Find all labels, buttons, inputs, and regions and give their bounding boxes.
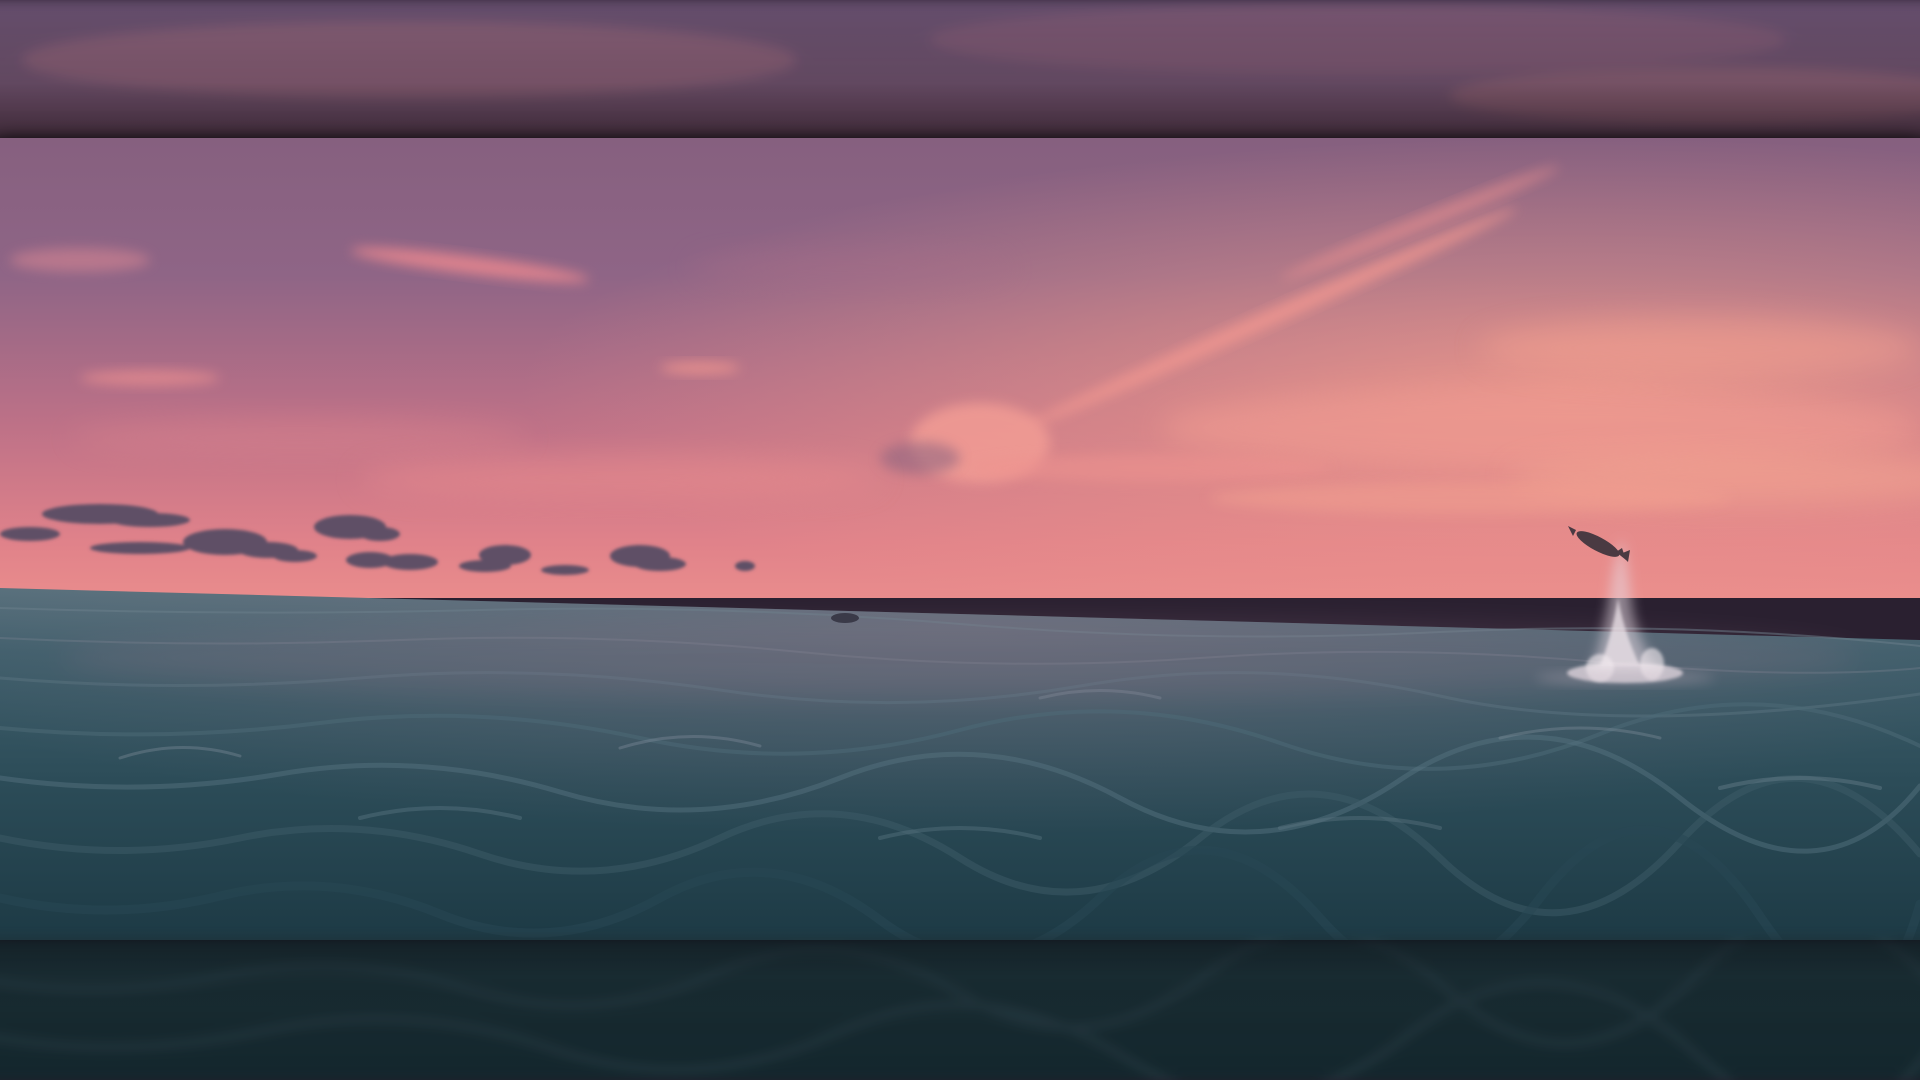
sunset-ocean-scene [0,138,1920,940]
distant-dolphin [831,613,859,623]
top-band-shadow [0,0,1920,138]
bottom-band-shadow [0,940,1920,1080]
video-frame-stage [0,0,1920,1080]
main-photo [0,138,1920,940]
